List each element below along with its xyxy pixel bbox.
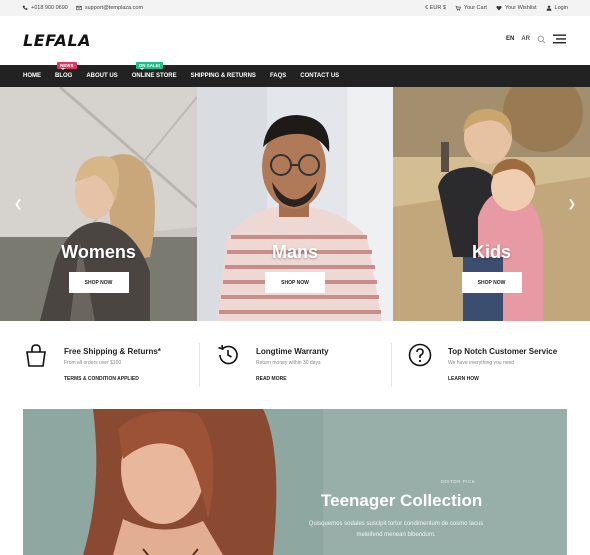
hero-panel-kids[interactable]: Kids SHOP NOW ❯: [393, 87, 590, 321]
shop-now-button[interactable]: SHOP NOW: [461, 272, 522, 293]
user-icon: [546, 5, 551, 11]
news-badge: NEWS: [57, 62, 77, 70]
main-navigation: HOME NEWS BLOG ABOUT US ON SALE! ONLINE ST…: [0, 62, 590, 87]
feature-title: Top Notch Customer Service: [448, 347, 558, 356]
search-icon[interactable]: [537, 35, 546, 44]
nav-item-label: HOME: [23, 73, 41, 79]
nav-item-home[interactable]: HOME: [23, 73, 41, 79]
site-header: LEFALA EN AR: [0, 16, 590, 65]
email-contact[interactable]: support@templaza.com: [76, 5, 143, 11]
login-label: Login: [554, 5, 568, 11]
login-link[interactable]: Login: [546, 5, 568, 11]
nav-item-blog[interactable]: NEWS BLOG: [55, 62, 77, 79]
cart-link[interactable]: Your Cart: [455, 5, 487, 11]
phone-icon: [22, 5, 28, 10]
nav-item-online-store[interactable]: ON SALE! ONLINE STORE: [131, 62, 177, 79]
nav-item-shipping-returns[interactable]: SHIPPING & RETURNS: [191, 73, 256, 79]
hero-panel-title: Kids: [471, 242, 511, 262]
sale-badge: ON SALE!: [135, 62, 164, 70]
heart-icon: [496, 5, 502, 11]
feature-link[interactable]: READ MORE: [256, 376, 287, 382]
hero-panel-womens[interactable]: Womens SHOP NOW ❮: [0, 87, 197, 321]
banner-title: Teenager Collection: [321, 491, 483, 510]
feature-link[interactable]: LEARN HOW: [448, 376, 479, 382]
currency-selector[interactable]: € EUR $: [425, 5, 446, 11]
nav-item-about-us[interactable]: ABOUT US: [86, 73, 117, 79]
banner-description: Quisquemos sodales suscipit tortor condi…: [308, 521, 484, 538]
wishlist-link[interactable]: Your Wishlist: [496, 5, 537, 11]
cart-icon: [455, 5, 461, 11]
shop-now-button[interactable]: SHOP NOW: [265, 272, 325, 293]
top-bar: +018 900 0690 support@templaza.com € EUR…: [0, 0, 590, 16]
nav-item-label: ONLINE STORE: [131, 73, 177, 79]
shopping-bag-icon: [26, 344, 46, 367]
feature-subtitle: We have everything you need: [448, 360, 515, 366]
hero-panel-title: Womens: [61, 242, 136, 262]
divider: [199, 343, 200, 387]
hero-panel-title: Mans: [271, 242, 318, 262]
shop-now-button[interactable]: SHOP NOW: [68, 272, 129, 293]
hero-panel-mans[interactable]: Mans SHOP NOW: [197, 87, 393, 321]
cart-label: Your Cart: [463, 5, 487, 11]
email-address: support@templaza.com: [84, 5, 144, 11]
nav-item-label: CONTACT US: [300, 73, 340, 79]
nav-item-label: ABOUT US: [86, 73, 118, 79]
site-logo[interactable]: LEFALA: [23, 31, 91, 50]
menu-icon[interactable]: [553, 34, 566, 44]
banner-pretitle: EDITOR PICK: [441, 479, 476, 484]
divider: [391, 343, 392, 387]
wishlist-label: Your Wishlist: [504, 5, 537, 11]
feature-title: Free Shipping & Returns*: [64, 347, 161, 356]
mail-icon: [76, 5, 82, 11]
features-bar: Free Shipping & Returns* From all orders…: [0, 321, 590, 409]
feature-subtitle: From all orders over $100: [64, 360, 122, 366]
nav-item-faqs[interactable]: FAQS: [270, 73, 286, 79]
chevron-right-icon[interactable]: ❯: [568, 199, 576, 210]
nav-item-label: SHIPPING & RETURNS: [190, 73, 256, 79]
nav-item-contact-us[interactable]: CONTACT US: [300, 73, 339, 79]
nav-item-label: FAQS: [269, 73, 287, 79]
teenager-collection-banner[interactable]: EDITOR PICK Teenager Collection Quisquem…: [23, 409, 567, 555]
feature-subtitle: Return money within 30 days: [256, 360, 321, 366]
nav-item-label: BLOG: [55, 73, 73, 79]
language-en[interactable]: EN: [506, 36, 514, 42]
history-clock-icon: [218, 344, 238, 365]
feature-link[interactable]: TERMS & CONDITION APPLIED: [64, 376, 139, 382]
feature-title: Longtime Warranty: [256, 347, 329, 356]
language-ar[interactable]: AR: [521, 36, 530, 42]
phone-contact[interactable]: +018 900 0690: [22, 5, 68, 11]
chevron-left-icon[interactable]: ❮: [14, 199, 22, 210]
question-circle-icon: [408, 343, 432, 367]
hero-slider: Womens SHOP NOW ❮ Mans SHOP NOW Kids SHO…: [0, 87, 590, 321]
phone-number: +018 900 0690: [31, 5, 68, 11]
